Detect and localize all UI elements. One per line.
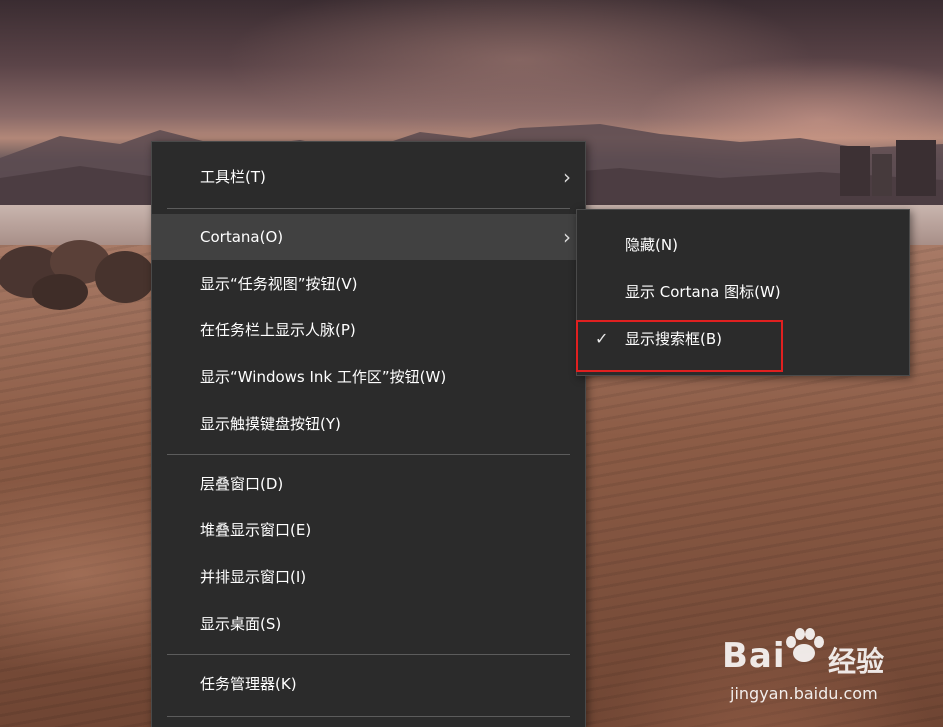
menu-item-label: 隐藏(N)	[625, 236, 678, 254]
rocks	[0, 240, 155, 310]
menu-separator	[167, 208, 570, 209]
menu-item-label: 堆叠显示窗口(E)	[200, 521, 312, 539]
menu-item-label: 并排显示窗口(I)	[200, 568, 307, 586]
menu-item-stack-windows[interactable]: 堆叠显示窗口(E)	[152, 507, 585, 553]
menu-item-show-people[interactable]: 在任务栏上显示人脉(P)	[152, 307, 585, 353]
chevron-right-icon: ›	[563, 225, 571, 249]
watermark-url: jingyan.baidu.com	[730, 684, 878, 703]
menu-item-cascade-windows[interactable]: 层叠窗口(D)	[152, 461, 585, 507]
menu-item-show-touch-keyboard-button[interactable]: 显示触摸键盘按钮(Y)	[152, 401, 585, 447]
submenu-item-hidden[interactable]: 隐藏(N)	[577, 222, 909, 268]
menu-item-task-manager[interactable]: 任务管理器(K)	[152, 661, 585, 707]
menu-item-label: 显示 Cortana 图标(W)	[625, 283, 781, 301]
paw-icon	[786, 628, 824, 662]
baidu-jingyan-watermark: Bai 经验 jingyan.baidu.com	[700, 626, 940, 726]
menu-separator	[167, 454, 570, 455]
menu-item-label: 显示“Windows Ink 工作区”按钮(W)	[200, 368, 447, 386]
menu-item-label: 工具栏(T)	[200, 168, 266, 186]
menu-item-show-desktop[interactable]: 显示桌面(S)	[152, 601, 585, 647]
menu-item-label: 显示桌面(S)	[200, 615, 282, 633]
menu-item-label: Cortana(O)	[200, 228, 284, 246]
menu-item-label: 显示触摸键盘按钮(Y)	[200, 415, 341, 433]
menu-item-toolbars[interactable]: 工具栏(T) ›	[152, 154, 585, 200]
highlight-annotation-box	[576, 320, 783, 372]
menu-separator	[167, 716, 570, 717]
desktop-wallpaper: 工具栏(T) › Cortana(O) › 显示“任务视图”按钮(V) 在任务栏…	[0, 0, 943, 727]
menu-item-label: 在任务栏上显示人脉(P)	[200, 321, 356, 339]
menu-item-label: 显示“任务视图”按钮(V)	[200, 275, 358, 293]
menu-separator	[167, 654, 570, 655]
chevron-right-icon: ›	[563, 165, 571, 189]
menu-item-show-task-view-button[interactable]: 显示“任务视图”按钮(V)	[152, 261, 585, 307]
menu-item-label: 任务管理器(K)	[200, 675, 297, 693]
watermark-logo-text: Bai	[722, 636, 786, 676]
menu-item-label: 层叠窗口(D)	[200, 475, 284, 493]
watermark-brand-text: 经验	[828, 645, 885, 678]
submenu-item-show-cortana-icon[interactable]: 显示 Cortana 图标(W)	[577, 269, 909, 315]
menu-item-side-by-side-windows[interactable]: 并排显示窗口(I)	[152, 554, 585, 600]
menu-item-show-windows-ink-button[interactable]: 显示“Windows Ink 工作区”按钮(W)	[152, 354, 585, 400]
menu-item-cortana[interactable]: Cortana(O) ›	[152, 214, 585, 260]
taskbar-context-menu: 工具栏(T) › Cortana(O) › 显示“任务视图”按钮(V) 在任务栏…	[151, 141, 586, 727]
